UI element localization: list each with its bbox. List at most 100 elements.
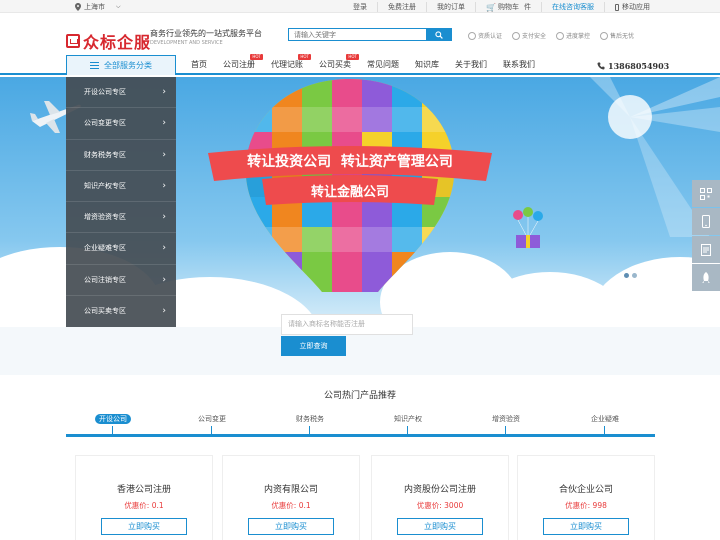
logo-text: 众标企服 bbox=[83, 33, 152, 52]
product-card[interactable]: 合伙企业公司 优惠价: 998 立即购买 bbox=[517, 455, 655, 540]
nav-label: 联系我们 bbox=[503, 60, 535, 69]
mobile-app-label: 移动应用 bbox=[622, 3, 650, 11]
mobile-app-link[interactable]: 移动应用 bbox=[604, 2, 660, 12]
login-link[interactable]: 登录 bbox=[343, 2, 377, 12]
logo-mark-icon bbox=[66, 34, 80, 48]
product-card[interactable]: 内资有限公司 优惠价: 0.1 立即购买 bbox=[222, 455, 360, 540]
product-price: 优惠价: 0.1 bbox=[76, 500, 212, 511]
carousel-dot[interactable] bbox=[632, 273, 637, 278]
floating-toolbar bbox=[692, 180, 720, 292]
sidebar-item-capital[interactable]: 增资验资专区 › bbox=[66, 202, 176, 234]
document-icon bbox=[701, 243, 711, 256]
tab-label: 公司变更 bbox=[198, 415, 226, 423]
all-categories-button[interactable]: 全部服务分类 bbox=[66, 55, 176, 75]
tab-ip[interactable]: 知识产权 bbox=[378, 414, 438, 424]
nav-label: 首页 bbox=[191, 60, 207, 69]
nav-label: 知识库 bbox=[415, 60, 439, 69]
tab-difficulties[interactable]: 企业疑难 bbox=[575, 414, 635, 424]
nav-label: 公司买卖 bbox=[319, 60, 351, 69]
sidebar-item-label: 公司变更专区 bbox=[84, 119, 126, 128]
sidebar-item-label: 增资验资专区 bbox=[84, 213, 126, 222]
cart-count-unit: 件 bbox=[524, 3, 531, 11]
chevron-right-icon: › bbox=[162, 180, 166, 191]
carousel-dot[interactable] bbox=[624, 273, 629, 278]
sidebar-item-difficulties[interactable]: 企业疑难专区 › bbox=[66, 233, 176, 265]
map-pin-icon bbox=[75, 3, 81, 11]
progress-icon bbox=[556, 31, 565, 40]
sidebar-item-trading[interactable]: 公司买卖专区 › bbox=[66, 296, 176, 327]
nav-contact-us[interactable]: 联系我们 bbox=[495, 55, 543, 75]
location-selector[interactable]: 上海市 ⌵ bbox=[75, 2, 121, 12]
query-button[interactable]: 立即查询 bbox=[281, 336, 346, 356]
slogan: 商务行业领先的一站式服务平台 DEVELOPMENT AND SERVICE bbox=[150, 28, 262, 46]
trademark-query-input[interactable]: 请输入商标名称能否注册 bbox=[281, 314, 413, 335]
price-value: 998 bbox=[592, 501, 607, 510]
search-button[interactable] bbox=[426, 29, 451, 40]
buy-now-button[interactable]: 立即购买 bbox=[101, 518, 187, 535]
slogan-text: 商务行业领先的一站式服务平台 bbox=[150, 29, 262, 38]
product-name: 内资有限公司 bbox=[263, 485, 318, 495]
category-sidebar: 开设公司专区 › 公司变更专区 › 财务税务专区 › 知识产权专区 › 增资验资专区 › … bbox=[66, 77, 176, 327]
back-to-top-button[interactable] bbox=[692, 264, 720, 291]
tab-label: 企业疑难 bbox=[591, 415, 619, 423]
price-label: 优惠价: bbox=[271, 501, 297, 510]
tab-open-company[interactable]: 开设公司 bbox=[83, 414, 143, 424]
online-support-link[interactable]: 在线咨询客服 bbox=[541, 2, 604, 12]
tab-finance-tax[interactable]: 财务税务 bbox=[280, 414, 340, 424]
hotline: 13868054903 bbox=[597, 61, 669, 71]
gift-balloons-graphic bbox=[513, 207, 543, 248]
rocket-icon bbox=[702, 271, 710, 283]
buy-now-button[interactable]: 立即购买 bbox=[543, 518, 629, 535]
cart-link[interactable]: 🛒 购物车 件 bbox=[475, 2, 541, 12]
tab-capital[interactable]: 增资验资 bbox=[476, 414, 536, 424]
product-card[interactable]: 内资股份公司注册 优惠价: 3000 立即购买 bbox=[371, 455, 509, 540]
hot-badge: HOT bbox=[346, 54, 359, 60]
promise-certified: 资质认证 bbox=[468, 31, 502, 40]
sidebar-item-label: 公司注销专区 bbox=[84, 275, 126, 284]
nav-about-us[interactable]: 关于我们 bbox=[447, 55, 495, 75]
price-label: 优惠价: bbox=[416, 501, 442, 510]
logo[interactable]: 众标企服 bbox=[66, 29, 151, 53]
mobile-button[interactable] bbox=[692, 208, 720, 235]
nav-bookkeeping[interactable]: 代理记账 HOT bbox=[263, 54, 311, 75]
register-link[interactable]: 免费注册 bbox=[377, 2, 426, 12]
tab-company-change[interactable]: 公司变更 bbox=[182, 414, 242, 424]
qr-code-button[interactable] bbox=[692, 180, 720, 207]
sidebar-item-label: 开设公司专区 bbox=[84, 88, 126, 97]
sidebar-item-company-change[interactable]: 公司变更专区 › bbox=[66, 108, 176, 140]
phone-icon bbox=[615, 3, 619, 11]
product-card[interactable]: 香港公司注册 优惠价: 0.1 立即购买 bbox=[75, 455, 213, 540]
product-price: 优惠价: 0.1 bbox=[223, 500, 359, 511]
nav-label: 公司注册 bbox=[223, 60, 255, 69]
nav-label: 关于我们 bbox=[455, 60, 487, 69]
nav-faq[interactable]: 常见问题 bbox=[359, 55, 407, 75]
price-value: 0.1 bbox=[151, 501, 164, 510]
price-label: 优惠价: bbox=[124, 501, 150, 510]
sidebar-item-label: 公司买卖专区 bbox=[84, 307, 126, 316]
nav-home[interactable]: 首页 bbox=[183, 55, 215, 75]
product-name: 内资股份公司注册 bbox=[403, 485, 476, 495]
buy-now-button[interactable]: 立即购买 bbox=[397, 518, 483, 535]
promise-progress: 进度掌控 bbox=[556, 31, 590, 40]
nav-knowledge-base[interactable]: 知识库 bbox=[407, 55, 447, 75]
chevron-right-icon: › bbox=[162, 212, 166, 223]
banner-headline-1: 转让投资公司 转让资产管理公司 bbox=[247, 154, 453, 170]
nav-company-registration[interactable]: 公司注册 HOT bbox=[215, 54, 263, 75]
search-input[interactable] bbox=[289, 29, 426, 40]
tab-tick bbox=[505, 426, 506, 434]
product-price: 优惠价: 3000 bbox=[372, 500, 508, 511]
sidebar-item-open-company[interactable]: 开设公司专区 › bbox=[66, 77, 176, 109]
sidebar-item-deregistration[interactable]: 公司注销专区 › bbox=[66, 265, 176, 296]
buy-now-button[interactable]: 立即购买 bbox=[248, 518, 334, 535]
cart-label: 购物车 bbox=[498, 3, 519, 11]
sidebar-item-finance-tax[interactable]: 财务税务专区 › bbox=[66, 140, 176, 171]
tab-label: 增资验资 bbox=[492, 415, 520, 423]
qr-code-icon bbox=[700, 187, 712, 200]
tab-label: 财务税务 bbox=[296, 415, 324, 423]
sidebar-item-ip[interactable]: 知识产权专区 › bbox=[66, 171, 176, 202]
my-orders-link[interactable]: 我的订单 bbox=[426, 2, 475, 12]
nav-company-trading[interactable]: 公司买卖 HOT bbox=[311, 54, 359, 75]
telephone-icon bbox=[597, 62, 605, 70]
nav-label: 常见问题 bbox=[367, 60, 399, 69]
document-button[interactable] bbox=[692, 236, 720, 263]
